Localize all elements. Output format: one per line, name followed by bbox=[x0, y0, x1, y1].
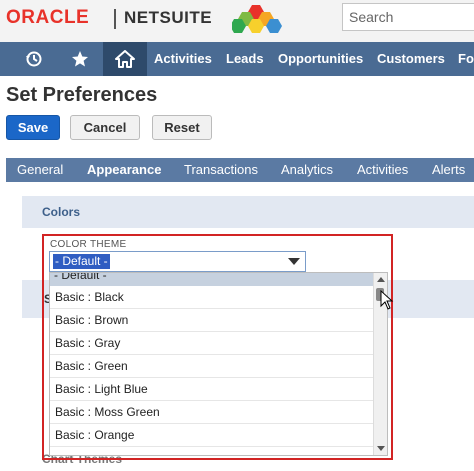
mouse-cursor-icon bbox=[380, 290, 394, 310]
tab-activities[interactable]: Activities bbox=[357, 162, 408, 177]
nav-leads[interactable]: Leads bbox=[226, 51, 264, 66]
home-icon bbox=[115, 50, 135, 68]
page-title: Set Preferences bbox=[6, 84, 158, 106]
tab-alerts[interactable]: Alerts bbox=[432, 162, 465, 177]
global-search[interactable] bbox=[342, 3, 474, 31]
netsuite-logo-text: NETSUITE bbox=[124, 8, 213, 27]
shortcuts-button[interactable] bbox=[58, 42, 102, 76]
nav-customers[interactable]: Customers bbox=[377, 51, 445, 66]
save-button[interactable]: Save bbox=[6, 115, 60, 140]
home-button[interactable] bbox=[103, 42, 147, 76]
recent-records-button[interactable] bbox=[12, 42, 56, 76]
nav-activities[interactable]: Activities bbox=[154, 51, 212, 66]
colors-section-label: Colors bbox=[42, 205, 81, 219]
tab-transactions[interactable]: Transactions bbox=[184, 162, 258, 177]
highlight-box bbox=[42, 234, 393, 460]
reset-button[interactable]: Reset bbox=[152, 115, 212, 140]
nav-opportunities[interactable]: Opportunities bbox=[278, 51, 363, 66]
nav-more-truncated[interactable]: Fo bbox=[458, 51, 474, 66]
star-icon bbox=[72, 51, 88, 67]
account-logo-icon bbox=[232, 5, 282, 33]
history-icon bbox=[26, 51, 42, 67]
preference-subtabs: General Appearance Transactions Analytic… bbox=[6, 158, 474, 182]
tab-general[interactable]: General bbox=[17, 162, 63, 177]
main-nav: Activities Leads Opportunities Customers… bbox=[0, 42, 474, 76]
search-input[interactable] bbox=[347, 4, 471, 30]
tab-appearance[interactable]: Appearance bbox=[87, 162, 161, 177]
colors-section-header: Colors bbox=[22, 196, 474, 228]
logo-separator bbox=[114, 9, 116, 29]
oracle-logo-text: ORACLE bbox=[6, 7, 90, 28]
brand-bar: ORACLE NETSUITE bbox=[0, 0, 474, 43]
tab-analytics[interactable]: Analytics bbox=[281, 162, 333, 177]
cancel-button[interactable]: Cancel bbox=[70, 115, 140, 140]
